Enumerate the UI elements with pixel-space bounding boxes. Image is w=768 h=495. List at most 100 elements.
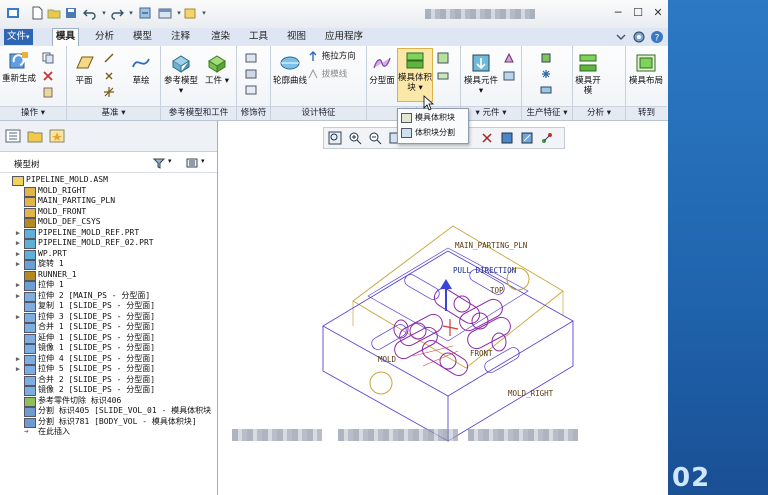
- redo-dropdown-icon[interactable]: ▾: [124, 6, 138, 20]
- undo-dropdown-icon[interactable]: ▾: [97, 6, 111, 20]
- tree-expand-toggle[interactable]: ▶: [14, 354, 22, 365]
- tree-expand-toggle[interactable]: ▶: [14, 238, 22, 249]
- tree-item[interactable]: ▶ 拉伸 1: [0, 280, 217, 291]
- windows-icon[interactable]: [158, 6, 172, 20]
- draft-direction-button[interactable]: 拖拉方向: [307, 50, 365, 62]
- tree-item[interactable]: RUNNER_1: [0, 270, 217, 281]
- customize-toolbar-icon[interactable]: ▾: [197, 6, 211, 20]
- close-window-icon[interactable]: [183, 6, 197, 20]
- mold-layout-button[interactable]: 模具布局: [628, 52, 664, 86]
- tree-item[interactable]: 镜像 1 [SLIDE_PS - 分型面]: [0, 343, 217, 354]
- tree-expand-toggle[interactable]: ▶: [14, 249, 22, 260]
- tree-item[interactable]: ▶ 拉伸 3 [SLIDE_PS - 分型面]: [0, 312, 217, 323]
- close-button[interactable]: ✕: [650, 5, 666, 21]
- draft-check-button[interactable]: 拔模线: [307, 68, 365, 80]
- copy-icon[interactable]: [42, 52, 54, 64]
- tab-applications[interactable]: 应用程序: [322, 29, 366, 45]
- new-file-icon[interactable]: [30, 6, 44, 20]
- tree-item[interactable]: 复制 1 [SLIDE_PS - 分型面]: [0, 301, 217, 312]
- tab-tools[interactable]: 工具: [246, 29, 271, 45]
- tree-item[interactable]: ▶ WP.PRT: [0, 249, 217, 260]
- paste-icon[interactable]: [42, 86, 54, 98]
- workpiece-button[interactable]: 工件 ▾: [201, 52, 233, 86]
- tab-view[interactable]: 视图: [284, 29, 309, 45]
- cosmetic-thread-icon[interactable]: [245, 68, 257, 80]
- redo-icon[interactable]: [110, 6, 124, 20]
- tree-item[interactable]: ▶ 拉伸 5 [SLIDE_PS - 分型面]: [0, 364, 217, 375]
- delete-icon[interactable]: [42, 70, 54, 82]
- group-operations-label[interactable]: 操作 ▾: [0, 106, 66, 120]
- tree-settings-dropdown-icon[interactable]: ▾: [201, 157, 205, 165]
- shutoff-icon[interactable]: [437, 70, 449, 82]
- help-icon[interactable]: ?: [650, 30, 664, 44]
- group-production-label[interactable]: 生产特征 ▾: [522, 106, 572, 120]
- file-menu[interactable]: 文件▾: [4, 29, 33, 45]
- tree-item[interactable]: MOLD_DEF_CSYS: [0, 217, 217, 228]
- casting-icon[interactable]: [503, 52, 515, 64]
- silhouette-icon[interactable]: [437, 52, 449, 64]
- runner-icon[interactable]: [540, 84, 552, 96]
- display-style-icon[interactable]: [520, 131, 534, 145]
- zoom-in-icon[interactable]: [348, 131, 362, 145]
- tree-item[interactable]: ▶ 拉伸 4 [SLIDE_PS - 分型面]: [0, 354, 217, 365]
- dropdown-item-volume-split[interactable]: 体积块分割: [401, 126, 455, 140]
- regenerate-button[interactable]: 重新生成: [2, 50, 36, 84]
- tree-item[interactable]: 分割 标识781 [BODY_VOL - 模具体积块]: [0, 417, 217, 428]
- favorites-tab-icon[interactable]: [49, 129, 65, 143]
- mold-volume-button[interactable]: 模具体积块 ▾: [397, 48, 433, 102]
- point-icon[interactable]: [103, 70, 115, 82]
- tree-item[interactable]: PIPELINE_MOLD.ASM: [0, 175, 217, 186]
- mold-opening-button[interactable]: 模具开模: [575, 52, 601, 96]
- undo-icon[interactable]: [83, 6, 97, 20]
- tab-annotate[interactable]: 注释: [168, 29, 193, 45]
- settings-gear-icon[interactable]: [632, 30, 646, 44]
- open-folder-icon[interactable]: [47, 6, 61, 20]
- regenerate-icon[interactable]: [138, 6, 152, 20]
- cosmetic-sketch-icon[interactable]: [245, 52, 257, 64]
- tree-item[interactable]: 分割 标识405 [SLIDE_VOL_01 - 模具体积块: [0, 406, 217, 417]
- plane-button[interactable]: 平面: [69, 52, 99, 86]
- tree-expand-toggle[interactable]: ▶: [14, 259, 22, 270]
- tree-expand-toggle[interactable]: ▶: [14, 280, 22, 291]
- tree-expand-toggle[interactable]: ▶: [14, 291, 22, 302]
- ejector-pin-icon[interactable]: [540, 52, 552, 64]
- sketch-button[interactable]: 草绘: [125, 52, 157, 86]
- tab-render[interactable]: 渲染: [208, 29, 233, 45]
- tree-filter-icon[interactable]: [152, 157, 166, 169]
- minimize-ribbon-icon[interactable]: [614, 30, 628, 44]
- tree-item[interactable]: 镜像 2 [SLIDE_PS - 分型面]: [0, 385, 217, 396]
- tree-item[interactable]: ▶ 拉伸 2 [MAIN_PS - 分型面]: [0, 291, 217, 302]
- axis-icon[interactable]: [103, 52, 115, 64]
- tab-mold[interactable]: 模具: [52, 28, 80, 47]
- maximize-button[interactable]: ☐: [630, 5, 646, 21]
- tree-filter-dropdown-icon[interactable]: ▾: [168, 157, 172, 165]
- contour-curve-button[interactable]: 轮廓曲线: [273, 52, 307, 86]
- tree-item[interactable]: MOLD_RIGHT: [0, 186, 217, 197]
- tree-item[interactable]: 合并 1 [SLIDE_PS - 分型面]: [0, 322, 217, 333]
- spin-center-icon[interactable]: [540, 131, 554, 145]
- tree-item[interactable]: 参考零件切除 标识406: [0, 396, 217, 407]
- reference-model-button[interactable]: 参考模型 ▾: [163, 52, 199, 96]
- tree-item[interactable]: MAIN_PARTING_PLN: [0, 196, 217, 207]
- tree-item[interactable]: 延伸 1 [SLIDE_PS - 分型面]: [0, 333, 217, 344]
- model-tree-tab-icon[interactable]: [5, 129, 21, 143]
- tree-expand-toggle[interactable]: ▶: [14, 364, 22, 375]
- tree-item[interactable]: ▶ PIPELINE_MOLD_REF.PRT: [0, 228, 217, 239]
- zoom-out-icon[interactable]: [368, 131, 382, 145]
- tab-model[interactable]: 模型: [130, 29, 155, 45]
- tree-item[interactable]: ➔ 在此插入: [0, 427, 217, 438]
- group-datum-label[interactable]: 基准 ▾: [67, 106, 160, 120]
- csys-icon[interactable]: [103, 86, 115, 98]
- folder-browser-tab-icon[interactable]: [27, 129, 43, 143]
- tree-item[interactable]: ▶ 旋转 1: [0, 259, 217, 270]
- saved-views-icon[interactable]: [500, 131, 514, 145]
- graphics-area[interactable]: MAIN_PARTING_PLN PULL DIRECTION TOP MOLD…: [218, 121, 668, 495]
- tree-item[interactable]: ▶ PIPELINE_MOLD_REF_02.PRT: [0, 238, 217, 249]
- save-icon[interactable]: [64, 6, 78, 20]
- parting-surface-button[interactable]: 分型面: [369, 52, 395, 86]
- dropdown-item-mold-volume[interactable]: 模具体积块: [401, 111, 455, 125]
- tab-analysis[interactable]: 分析: [92, 29, 117, 45]
- mold-opening-small-icon[interactable]: [503, 70, 515, 82]
- group-analysis-label[interactable]: 分析 ▾: [573, 106, 625, 120]
- refit-icon[interactable]: [328, 131, 342, 145]
